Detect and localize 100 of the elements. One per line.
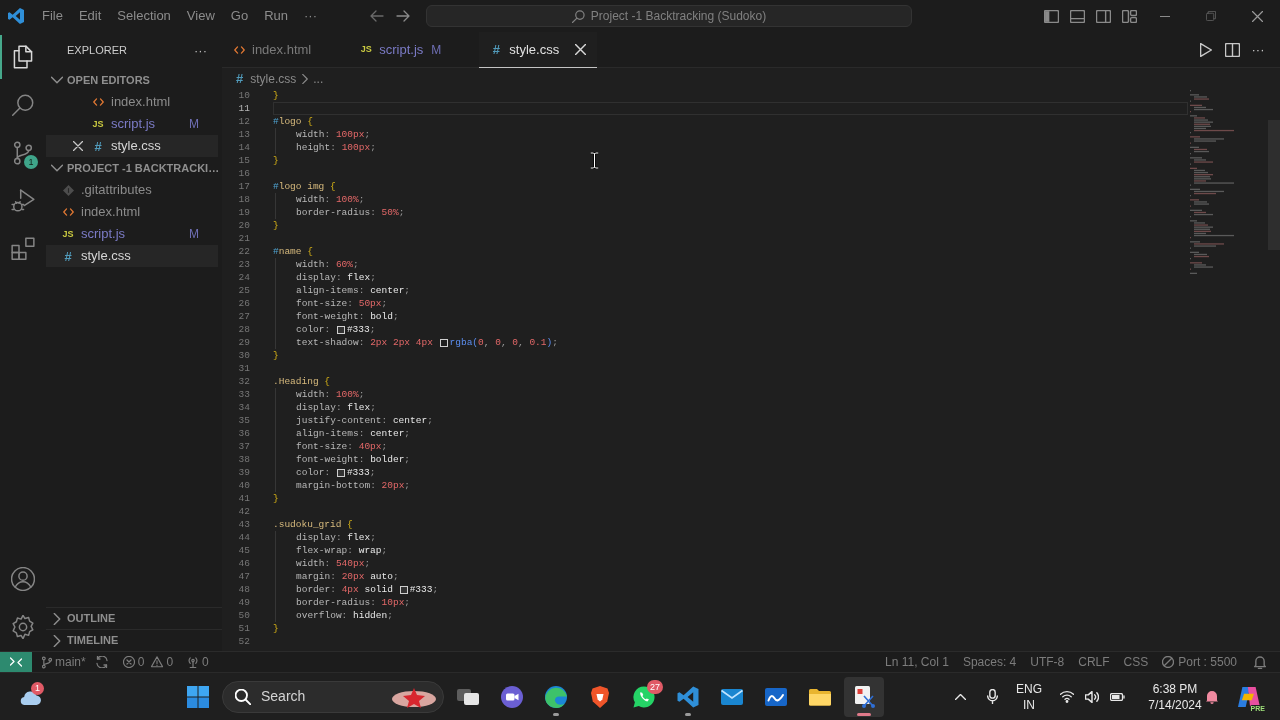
line-number: 30 <box>237 349 250 362</box>
line-number: 46 <box>237 557 250 570</box>
angle-brackets-icon <box>233 45 245 54</box>
bell-icon[interactable] <box>1206 689 1218 704</box>
arrow-right-icon[interactable] <box>396 10 410 22</box>
section-header[interactable]: OPEN EDITORS <box>46 69 222 91</box>
speaker-icon[interactable] <box>1085 690 1099 703</box>
status-item[interactable]: Port : 5500 <box>1155 652 1244 672</box>
swatch-icon <box>440 338 449 347</box>
line-number: 19 <box>237 206 250 219</box>
split-editor-icon[interactable] <box>1224 42 1240 57</box>
chevron-up-icon[interactable] <box>954 693 966 700</box>
hash-file-icon: # <box>94 139 102 153</box>
code-text: text-shadow: 2px 2px 4px <box>296 336 434 349</box>
battery-icon[interactable] <box>1109 692 1125 701</box>
sidebar-toggle-icon[interactable] <box>1043 9 1059 23</box>
microphone-icon[interactable] <box>986 689 998 704</box>
tree-item[interactable]: JS script.js M <box>46 223 218 245</box>
menu-item[interactable]: View <box>178 5 223 27</box>
code-text: margin-bottom: 20px; <box>296 479 411 492</box>
more-actions-button[interactable]: ··· <box>1245 43 1271 56</box>
files-icon[interactable] <box>11 45 35 69</box>
arrow-left-icon[interactable] <box>370 10 384 22</box>
status-item[interactable]: Spaces: 4 <box>955 652 1024 672</box>
panel-toggle-icon[interactable] <box>1069 9 1085 23</box>
minimap[interactable] <box>1190 90 1234 275</box>
code-text: overflow: hidden; <box>296 609 393 622</box>
editor-tab[interactable]: index.html <box>222 32 350 68</box>
section-header[interactable]: PROJECT -1 BACKTRACKI… <box>46 157 222 179</box>
menu-item[interactable]: Run <box>256 5 296 27</box>
secondary-sidebar-toggle-icon[interactable] <box>1095 9 1111 23</box>
bell-icon[interactable] <box>1254 655 1266 669</box>
menu-item[interactable]: Selection <box>109 5 179 27</box>
tree-item[interactable]: # style.css <box>46 245 218 267</box>
settings-icon[interactable] <box>11 615 35 639</box>
editor-list-item[interactable]: JS script.js M <box>46 113 218 135</box>
line-number: 39 <box>237 466 250 479</box>
line-number: 49 <box>237 596 250 609</box>
code-text: color: <box>296 466 332 479</box>
play-icon[interactable] <box>1200 42 1212 57</box>
wifi-icon[interactable] <box>1060 690 1074 703</box>
editor-list-item[interactable]: index.html <box>46 91 218 113</box>
taskbar-app[interactable]: 27 <box>624 676 664 717</box>
blocks-icon[interactable] <box>11 237 35 261</box>
code-text: width: 540px; <box>296 557 371 570</box>
line-number: 25 <box>237 284 250 297</box>
code-text: } <box>273 219 279 232</box>
branch-icon[interactable] <box>11 141 35 165</box>
status-item[interactable]: UTF-8 <box>1023 652 1072 672</box>
status-item[interactable]: Ln 11, Col 1 <box>878 652 956 672</box>
hash-file-icon: # <box>492 43 500 56</box>
line-number: 26 <box>237 297 250 310</box>
branch-button[interactable]: main* <box>42 652 86 672</box>
problems-button[interactable]: 0 0 <box>122 652 174 672</box>
language-text[interactable]: ENG <box>1016 680 1042 697</box>
geometric-logo-icon[interactable] <box>1238 686 1260 707</box>
command-center[interactable]: Project -1 Backtracking (Sudoko) <box>426 5 912 27</box>
line-number: 42 <box>237 505 250 518</box>
menu-item[interactable]: Edit <box>70 5 110 27</box>
clock-date[interactable]: 7/14/2024 <box>1148 696 1202 713</box>
line-number: 41 <box>237 492 250 505</box>
menu-item[interactable]: ··· <box>296 5 325 27</box>
search-icon[interactable] <box>11 93 35 117</box>
breadcrumb-item[interactable]: style.css <box>250 69 297 88</box>
notification-count: 1 <box>24 155 38 169</box>
video-camera-icon <box>500 684 524 709</box>
region-text[interactable]: IN <box>1023 696 1035 713</box>
line-number: 20 <box>237 219 250 232</box>
menu-item[interactable]: Go <box>222 5 257 27</box>
close-icon[interactable] <box>73 141 83 151</box>
diamond-icon <box>62 184 74 196</box>
sync-icon[interactable] <box>95 656 108 668</box>
ports-button[interactable]: 0 <box>187 652 209 672</box>
layout-icon[interactable] <box>1121 9 1137 23</box>
tree-item[interactable]: index.html <box>46 201 218 223</box>
antenna-icon <box>187 656 200 668</box>
close-icon[interactable] <box>1251 10 1263 22</box>
code-text: font-size: 50px; <box>296 297 388 310</box>
breadcrumb-item[interactable]: ... <box>313 69 324 88</box>
four-pane-logo-icon[interactable] <box>187 685 209 708</box>
menu-item[interactable]: File <box>34 5 71 27</box>
status-item[interactable]: CSS <box>1116 652 1156 672</box>
code-text: } <box>273 349 279 362</box>
status-item[interactable]: CRLF <box>1071 652 1117 672</box>
text-cursor-icon <box>590 152 599 169</box>
taskbar-app[interactable] <box>844 676 884 717</box>
more-actions-button[interactable]: ··· <box>194 44 207 57</box>
minimize-icon[interactable] <box>1160 15 1170 17</box>
editor-list-item[interactable]: # style.css <box>46 135 218 157</box>
tree-item[interactable]: .gitattributes <box>46 179 218 201</box>
code-text: border: 4px solid <box>296 583 394 596</box>
taskbar-search[interactable]: Search <box>222 680 444 713</box>
ribbon-logo-icon <box>676 684 700 709</box>
code-text: width: 100%; <box>296 388 365 401</box>
code-text: display: flex; <box>296 401 376 414</box>
clock-time[interactable]: 6:38 PM <box>1152 680 1198 697</box>
account-icon[interactable] <box>11 567 35 591</box>
swirl-browser-icon <box>544 684 568 709</box>
remote-icon[interactable] <box>10 657 22 667</box>
play-bug-icon[interactable] <box>11 189 35 213</box>
